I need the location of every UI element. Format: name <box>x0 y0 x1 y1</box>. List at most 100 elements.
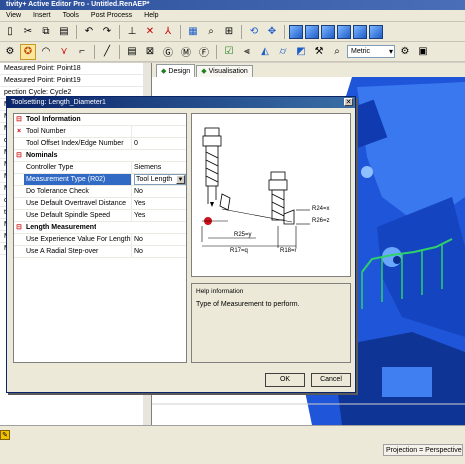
row-marker <box>14 210 24 221</box>
toolbar-separator <box>180 24 181 39</box>
tool-icon[interactable]: ⚒ <box>311 44 327 60</box>
chevron-down-icon[interactable]: ▼ <box>176 175 185 184</box>
point-icon[interactable]: ⚙ <box>2 44 18 60</box>
menu-view[interactable]: View <box>0 12 27 19</box>
export-icon[interactable]: ▣ <box>415 44 431 60</box>
menu-insert[interactable]: Insert <box>27 12 57 19</box>
paste-icon[interactable]: ▤ <box>56 24 72 40</box>
insert-f-icon[interactable]: Ⓕ <box>196 44 212 60</box>
measurement-type-select[interactable]: Tool Length ▼ <box>134 174 186 185</box>
help-information-box: Help information Type of Measurement to … <box>191 283 351 363</box>
property-row[interactable]: Use Experience Value For Length No <box>14 234 186 246</box>
tool-diagram-graphic <box>201 127 310 248</box>
property-row-selected[interactable]: Measurement Type (R02) Tool Length ▼ <box>14 174 186 186</box>
view-bottom-cube-icon[interactable] <box>369 24 383 39</box>
undo-icon[interactable]: ↶ <box>81 24 97 40</box>
property-row[interactable]: Use A Radial Step-over No <box>14 246 186 258</box>
property-value[interactable]: No <box>132 234 186 245</box>
view-back-cube-icon[interactable] <box>353 24 367 39</box>
category-nominals[interactable]: ⊟ Nominals <box>14 150 186 162</box>
collapse-icon[interactable]: ⊟ <box>14 222 24 233</box>
insert-g-icon[interactable]: Ⓖ <box>160 44 176 60</box>
menu-help[interactable]: Help <box>138 12 164 19</box>
property-row[interactable]: × Tool Number <box>14 126 186 138</box>
projection-status: Projection = Perspective <box>383 444 463 456</box>
view-side-cube-icon[interactable] <box>337 24 351 39</box>
insert-x-icon[interactable]: ⊠ <box>142 44 158 60</box>
probe-icon[interactable]: ✪ <box>20 43 36 60</box>
toolbar-secondary: ⚙ ✪ ◠ ⋎ ⌐ ╱ ▤ ⊠ Ⓖ Ⓜ Ⓕ ☑ ⫷ ◭ ⌭ ◩ ⚒ ⌕ Metr… <box>0 42 465 62</box>
toolbar-separator <box>119 24 120 39</box>
close-icon[interactable]: ✕ <box>344 98 353 106</box>
edge-icon[interactable]: ⌐ <box>74 44 90 60</box>
category-label: Length Measurement <box>26 224 97 231</box>
tree-item[interactable]: Measured Point: Point19 <box>0 75 151 87</box>
collapse-icon[interactable]: ⊟ <box>14 114 24 125</box>
pencil-icon[interactable]: ✎ <box>0 430 10 440</box>
zoom-fit-icon[interactable]: ⌕ <box>329 44 345 60</box>
menu-post-process[interactable]: Post Process <box>85 12 138 19</box>
row-marker <box>14 138 24 149</box>
property-row[interactable]: Do Tolerance Check No <box>14 186 186 198</box>
axis-icon[interactable]: ⅄ <box>160 24 176 40</box>
property-row[interactable]: Controller Type Siemens <box>14 162 186 174</box>
property-name: Controller Type <box>24 162 132 173</box>
property-value[interactable] <box>132 126 186 137</box>
property-value[interactable]: Yes <box>132 198 186 209</box>
category-tool-information[interactable]: ⊟ Tool Information <box>14 114 186 126</box>
insert-m-icon[interactable]: Ⓜ <box>178 44 194 60</box>
view-top-cube-icon[interactable] <box>305 24 319 39</box>
property-value[interactable]: No <box>132 186 186 197</box>
design-tab-icon: ◆ <box>161 67 167 75</box>
row-marker <box>14 174 24 185</box>
tab-visualisation[interactable]: ◆ Visualisation <box>196 65 253 77</box>
document-icon[interactable]: ▤ <box>124 44 140 60</box>
settings-icon[interactable]: ⚙ <box>397 44 413 60</box>
surface-icon[interactable]: ◩ <box>293 44 309 60</box>
cancel-button[interactable]: Cancel <box>311 373 351 387</box>
redo-icon[interactable]: ↷ <box>99 24 115 40</box>
line-icon[interactable]: ╱ <box>99 44 115 60</box>
toolbar-separator <box>284 24 285 39</box>
property-value[interactable]: No <box>132 246 186 257</box>
dialog-titlebar[interactable]: Toolsetting: Length_Diameter1 ✕ <box>7 97 355 108</box>
tool-measurement-diagram: R24=x R26=z R25=y R17=q R18=r <box>191 113 351 277</box>
units-select[interactable]: Metric <box>347 45 395 58</box>
cut-icon[interactable]: ✂ <box>20 24 36 40</box>
grid-view-icon[interactable]: ▦ <box>185 24 201 40</box>
app-titlebar: tivity+ Active Editor Pro - Untitled.Ren… <box>0 0 465 10</box>
category-length-measurement[interactable]: ⊟ Length Measurement <box>14 222 186 234</box>
property-value[interactable]: Siemens <box>132 162 186 173</box>
tree-item[interactable]: Measured Point: Point18 <box>0 63 151 75</box>
align-left-icon[interactable]: ⫷ <box>239 44 255 60</box>
align-icon[interactable]: ⊥ <box>124 24 140 40</box>
zoom-icon[interactable]: ⌕ <box>203 24 219 40</box>
path-icon[interactable]: ⋎ <box>56 44 72 60</box>
view-iso-cube-icon[interactable] <box>289 24 303 39</box>
check-icon[interactable]: ☑ <box>221 44 237 60</box>
property-name: Measurement Type (R02) <box>24 174 132 185</box>
view-front-cube-icon[interactable] <box>321 24 335 39</box>
copy-icon[interactable]: ⧉ <box>38 24 54 40</box>
category-label: Nominals <box>26 152 58 159</box>
shape-icon[interactable]: ◭ <box>257 44 273 60</box>
collapse-icon[interactable]: ⊟ <box>14 150 24 161</box>
property-value[interactable]: Yes <box>132 210 186 221</box>
delete-icon[interactable]: ✕ <box>142 24 158 40</box>
new-file-icon[interactable]: ▯ <box>2 24 18 40</box>
pan-icon[interactable]: ✥ <box>264 24 280 40</box>
tab-design[interactable]: ◆ Design <box>156 64 196 77</box>
arc-icon[interactable]: ◠ <box>38 44 54 60</box>
measure-icon[interactable]: ⊞ <box>221 24 237 40</box>
cylinder-icon[interactable]: ⌭ <box>275 44 291 60</box>
rotate-view-icon[interactable]: ⟲ <box>246 24 262 40</box>
property-name: Tool Number <box>24 126 132 137</box>
toolbar-separator <box>216 44 217 59</box>
ok-button[interactable]: OK <box>265 373 305 387</box>
property-row[interactable]: Use Default Spindle Speed Yes <box>14 210 186 222</box>
property-value[interactable]: 0 <box>132 138 186 149</box>
property-row[interactable]: Tool Offset Index/Edge Number 0 <box>14 138 186 150</box>
menu-tools[interactable]: Tools <box>57 12 85 19</box>
property-row[interactable]: Use Default Overtravel Distance Yes <box>14 198 186 210</box>
help-title: Help information <box>196 288 244 295</box>
